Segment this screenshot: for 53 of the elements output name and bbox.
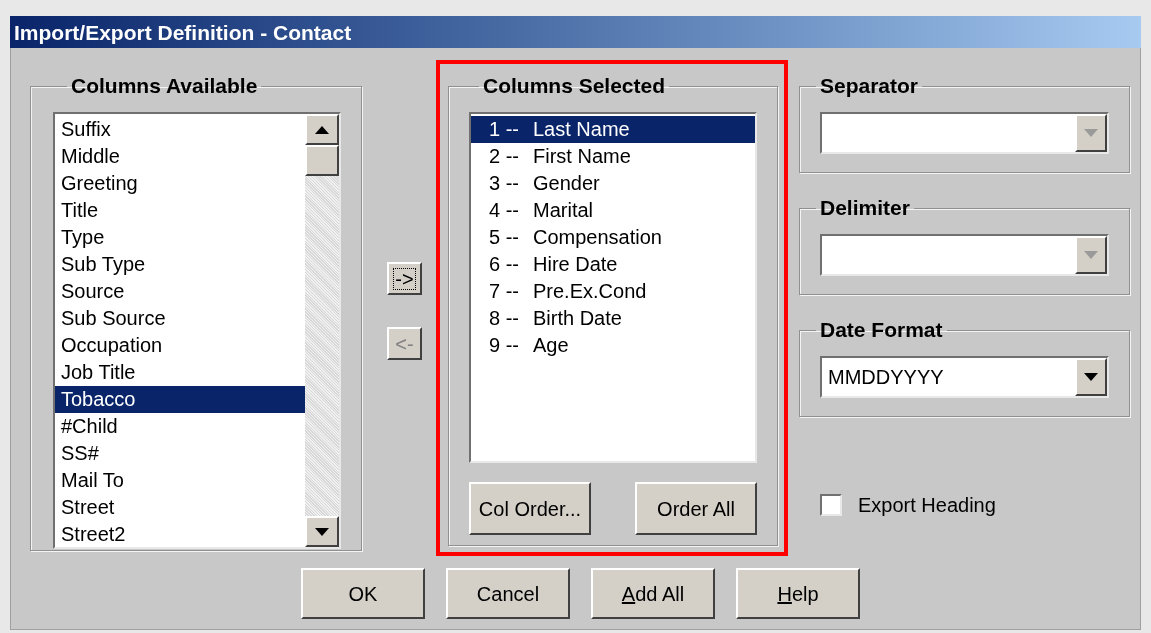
window-title: Import/Export Definition - Contact	[14, 21, 352, 43]
group-title: Columns Selected	[482, 73, 667, 99]
scroll-up-button[interactable]	[305, 114, 339, 145]
arrow-button[interactable]: ->	[387, 262, 422, 295]
list-item[interactable]: #Child	[55, 413, 305, 440]
list-item[interactable]: Mail To	[55, 467, 305, 494]
group-title: Date Format	[819, 317, 944, 343]
up-triangle-icon	[315, 125, 329, 134]
list-item[interactable]: Tobacco	[55, 386, 305, 413]
down-triangle-icon	[1084, 373, 1098, 381]
list-item[interactable]: 7 -- Pre.Ex.Cond	[471, 278, 755, 305]
group-title: Delimiter	[819, 195, 911, 221]
list-item[interactable]: Type	[55, 224, 305, 251]
dropdown[interactable]: MMDDYYYY	[820, 356, 1109, 398]
button[interactable]: Help	[736, 568, 860, 619]
checkbox-label: Export Heading	[858, 493, 996, 518]
dropdown[interactable]	[820, 234, 1109, 276]
list-item[interactable]: Occupation	[55, 332, 305, 359]
button[interactable]: Add All	[591, 568, 715, 619]
list-item[interactable]: Suffix	[55, 116, 305, 143]
list-item[interactable]: Greeting	[55, 170, 305, 197]
group-title: Columns Available	[70, 73, 259, 99]
list-item[interactable]: 5 -- Compensation	[471, 224, 755, 251]
button[interactable]: Cancel	[446, 568, 570, 619]
button[interactable]: OK	[301, 568, 425, 619]
list-item[interactable]: Sub Type	[55, 251, 305, 278]
list-item[interactable]: 9 -- Age	[471, 332, 755, 359]
down-triangle-icon	[1084, 251, 1098, 259]
list-item[interactable]: 3 -- Gender	[471, 170, 755, 197]
scrollbar[interactable]	[305, 114, 339, 547]
list-item[interactable]: Job Title	[55, 359, 305, 386]
scroll-thumb[interactable]	[305, 145, 339, 176]
scroll-down-button[interactable]	[305, 516, 339, 547]
dropdown-button[interactable]	[1075, 358, 1107, 396]
list-item[interactable]: 6 -- Hire Date	[471, 251, 755, 278]
list-item[interactable]: Sub Source	[55, 305, 305, 332]
button[interactable]: Order All	[635, 482, 757, 535]
list-item[interactable]: 4 -- Marital	[471, 197, 755, 224]
list-item[interactable]: 8 -- Birth Date	[471, 305, 755, 332]
down-triangle-icon	[315, 527, 329, 536]
group-title: Separator	[819, 73, 920, 99]
dropdown[interactable]	[820, 112, 1109, 154]
list-item[interactable]: 1 -- Last Name	[471, 116, 755, 143]
list-item[interactable]: Source	[55, 278, 305, 305]
list-item[interactable]: Street2	[55, 521, 305, 547]
list-item[interactable]: Middle	[55, 143, 305, 170]
list-item[interactable]: Street	[55, 494, 305, 521]
checkbox[interactable]	[820, 494, 842, 516]
down-triangle-icon	[1084, 129, 1098, 137]
list-item[interactable]: Title	[55, 197, 305, 224]
list-item[interactable]: 2 -- First Name	[471, 143, 755, 170]
list-item[interactable]: SS#	[55, 440, 305, 467]
button[interactable]: Col Order...	[469, 482, 591, 535]
